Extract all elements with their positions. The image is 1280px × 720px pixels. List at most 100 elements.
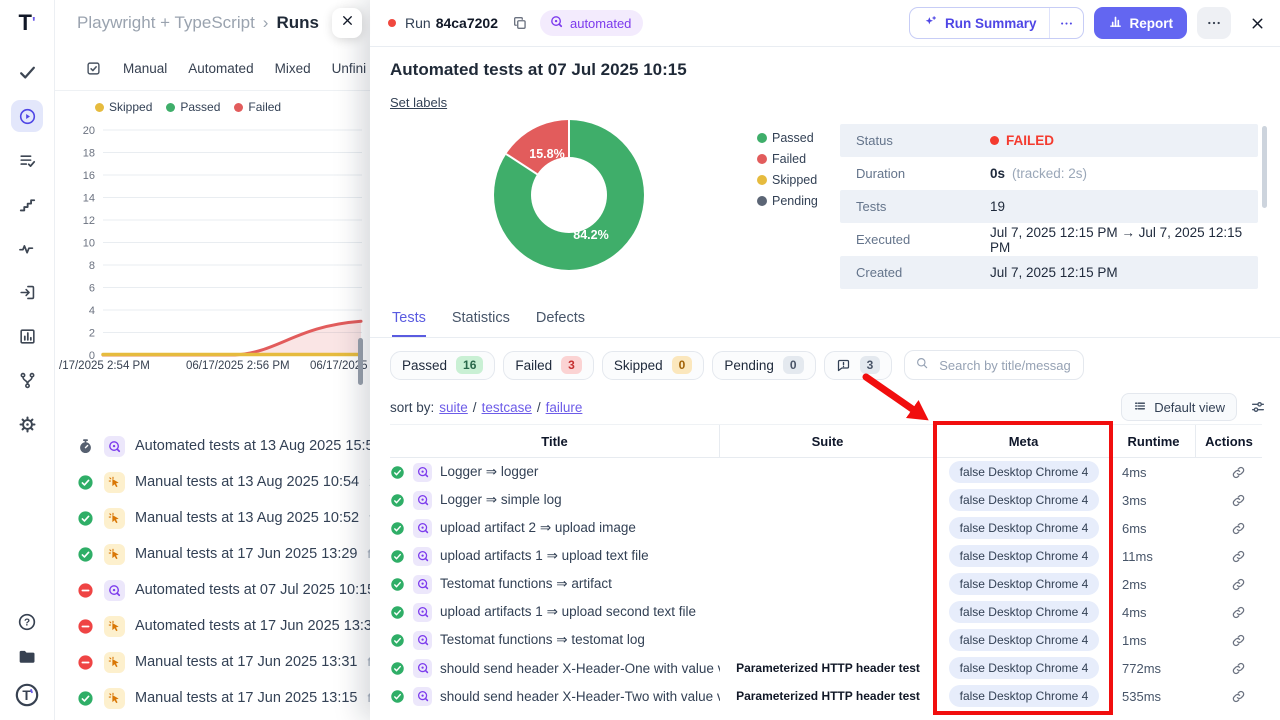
- list-view-icon: [1133, 399, 1147, 416]
- run-summary-button[interactable]: Run Summary: [909, 7, 1084, 39]
- panel-close-tab[interactable]: [332, 8, 362, 38]
- sort-by-failure[interactable]: failure: [546, 400, 583, 415]
- sidebar-item-activity[interactable]: [11, 232, 43, 264]
- legend-skipped[interactable]: Skipped: [95, 100, 152, 114]
- legend-passed[interactable]: Passed: [166, 100, 220, 114]
- tests-table-header: Title Suite Meta Runtime Actions: [390, 424, 1262, 458]
- sort-by-suite[interactable]: suite: [439, 400, 468, 415]
- run-list-item[interactable]: Manual tests at 13 Aug 2025 10:542: [55, 464, 370, 500]
- sidebar-item-sign-in[interactable]: [11, 276, 43, 308]
- detail-scrollbar[interactable]: [1262, 126, 1267, 208]
- info-row-executed: ExecutedJul 7, 2025 12:15 PM → Jul 7, 20…: [840, 223, 1258, 256]
- tab-automated[interactable]: Automated: [188, 61, 253, 76]
- legend-failed[interactable]: Failed: [234, 100, 281, 114]
- run-list-item[interactable]: Manual tests at 17 Jun 2025 13:15from: [55, 680, 370, 716]
- sidebar-item-stairs[interactable]: [11, 188, 43, 220]
- sidebar-item-gear[interactable]: [11, 408, 43, 440]
- link-icon[interactable]: [1231, 689, 1246, 704]
- link-icon[interactable]: [1231, 465, 1246, 480]
- passed-icon: [390, 577, 405, 592]
- search-box: [904, 350, 1084, 380]
- filter-failed[interactable]: Failed3: [503, 351, 593, 380]
- tab-manual[interactable]: Manual: [123, 61, 167, 76]
- search-input[interactable]: [937, 357, 1073, 374]
- test-row[interactable]: Logger ⇒ loggerfalse Desktop Chrome 44ms: [390, 458, 1262, 486]
- automated-icon: [413, 603, 432, 622]
- run-summary-more-button[interactable]: [1049, 8, 1083, 38]
- run-list-item[interactable]: Automated tests at 13 Aug 2025 15:53: [55, 428, 370, 464]
- col-runtime[interactable]: Runtime: [1112, 425, 1196, 457]
- app-logo[interactable]: T': [18, 8, 35, 38]
- sidebar-help[interactable]: ?: [17, 612, 37, 632]
- test-row[interactable]: should send header X-Header-Two with val…: [390, 682, 1262, 710]
- tab-unfinished[interactable]: Unfini: [332, 61, 367, 76]
- activity-icon: [18, 239, 37, 258]
- sidebar-folder[interactable]: [17, 647, 37, 667]
- donut-legend-failed[interactable]: Failed: [757, 152, 818, 166]
- sidebar-item-branch[interactable]: [11, 364, 43, 396]
- test-row[interactable]: upload artifacts 1 ⇒ upload second text …: [390, 598, 1262, 626]
- automated-badge[interactable]: automated: [540, 10, 643, 36]
- tab-defects[interactable]: Defects: [536, 310, 585, 337]
- select-runs-icon[interactable]: [85, 60, 102, 77]
- donut-legend-pending[interactable]: Pending: [757, 194, 818, 208]
- col-title[interactable]: Title: [390, 425, 720, 457]
- filter-count: 16: [456, 356, 483, 374]
- run-list-item[interactable]: Automated tests at 07 Jul 2025 10:15: [55, 572, 370, 608]
- link-icon[interactable]: [1231, 577, 1246, 592]
- link-icon[interactable]: [1231, 605, 1246, 620]
- test-runtime: 4ms: [1112, 465, 1196, 480]
- default-view-button[interactable]: Default view: [1121, 393, 1237, 421]
- run-title: Automated tests at 13 Aug 2025 15:53: [135, 438, 370, 454]
- sidebar-avatar-logo[interactable]: T: [14, 682, 40, 708]
- tab-statistics[interactable]: Statistics: [452, 310, 510, 337]
- run-list-item[interactable]: Manual tests at 13 Aug 2025 10:52from: [55, 500, 370, 536]
- link-icon[interactable]: [1231, 549, 1246, 564]
- sidebar-bottom: ?T: [14, 612, 40, 720]
- filter-pending[interactable]: Pending0: [712, 351, 815, 380]
- test-row[interactable]: upload artifacts 1 ⇒ upload text filefal…: [390, 542, 1262, 570]
- filter-skipped[interactable]: Skipped0: [602, 351, 704, 380]
- sort-by-testcase[interactable]: testcase: [482, 400, 532, 415]
- copy-icon[interactable]: [512, 15, 528, 31]
- runs-panel: Playwright + TypeScript › Runs Manual Au…: [55, 0, 370, 720]
- donut-legend-skipped[interactable]: Skipped: [757, 173, 818, 187]
- svg-text:2: 2: [89, 328, 95, 340]
- sidebar-item-bar-chart[interactable]: [11, 320, 43, 352]
- link-icon[interactable]: [1231, 493, 1246, 508]
- run-list-item[interactable]: Manual tests at 17 Jun 2025 13:31from: [55, 644, 370, 680]
- link-icon[interactable]: [1231, 521, 1246, 536]
- test-row[interactable]: should send header X-Header-One with val…: [390, 654, 1262, 682]
- filter-passed[interactable]: Passed16: [390, 351, 495, 380]
- report-button[interactable]: Report: [1094, 7, 1188, 39]
- donut-legend-passed[interactable]: Passed: [757, 131, 818, 145]
- runs-panel-scrollbar[interactable]: [358, 338, 363, 385]
- link-icon[interactable]: [1231, 633, 1246, 648]
- info-row-tests: Tests19: [840, 190, 1258, 223]
- bar-chart-icon: [18, 327, 37, 346]
- filter-count: 3: [860, 356, 881, 374]
- sidebar-item-check[interactable]: [11, 56, 43, 88]
- link-icon[interactable]: [1231, 661, 1246, 676]
- test-row[interactable]: Testomat functions ⇒ testomat logfalse D…: [390, 626, 1262, 654]
- tab-mixed[interactable]: Mixed: [275, 61, 311, 76]
- tests-table: Title Suite Meta Runtime Actions Logger …: [390, 424, 1262, 710]
- filter-comments[interactable]: 3: [824, 351, 893, 380]
- more-actions-button[interactable]: [1197, 7, 1231, 39]
- panel-close-icon[interactable]: [1249, 15, 1266, 32]
- test-row[interactable]: Logger ⇒ simple logfalse Desktop Chrome …: [390, 486, 1262, 514]
- run-list-item[interactable]: Manual tests at 17 Jun 2025 13:29from: [55, 536, 370, 572]
- run-list-item[interactable]: Automated tests at 17 Jun 2025 13:30: [55, 608, 370, 644]
- col-suite[interactable]: Suite: [720, 425, 936, 457]
- tab-tests[interactable]: Tests: [392, 310, 426, 337]
- gear-icon: [18, 415, 37, 434]
- breadcrumb-project[interactable]: Playwright + TypeScript: [77, 13, 255, 33]
- test-row[interactable]: Testomat functions ⇒ artifactfalse Deskt…: [390, 570, 1262, 598]
- sidebar-item-play-circle[interactable]: [11, 100, 43, 132]
- col-meta[interactable]: Meta: [936, 425, 1112, 457]
- sliders-icon[interactable]: [1250, 399, 1266, 415]
- test-row[interactable]: upload artifact 2 ⇒ upload imagefalse De…: [390, 514, 1262, 542]
- sidebar-item-list-check[interactable]: [11, 144, 43, 176]
- passed-icon: [390, 549, 405, 564]
- set-labels-link[interactable]: Set labels: [390, 95, 447, 110]
